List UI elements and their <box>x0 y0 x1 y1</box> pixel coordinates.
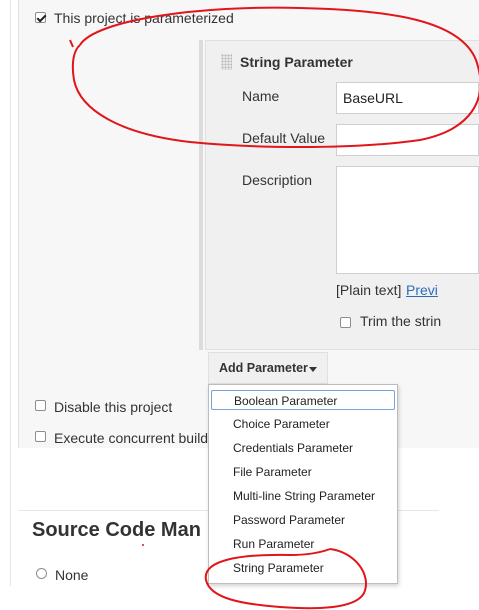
menu-item-credentials-parameter[interactable]: Credentials Parameter <box>211 438 395 458</box>
name-input[interactable]: BaseURL <box>336 82 479 114</box>
menu-item-boolean-parameter[interactable]: Boolean Parameter <box>211 390 395 410</box>
default-value-input[interactable] <box>336 124 479 156</box>
scm-none-label: None <box>55 567 89 583</box>
scm-none-radio[interactable] <box>36 568 47 579</box>
scm-heading: Source Code Man <box>32 519 201 541</box>
name-label: Name <box>242 88 280 104</box>
param-rail <box>199 40 203 350</box>
menu-item-password-parameter[interactable]: Password Parameter <box>211 510 395 530</box>
default-value-label: Default Value <box>242 130 326 146</box>
concurrent-label: Execute concurrent build <box>54 430 209 446</box>
concurrent-checkbox[interactable] <box>35 431 46 442</box>
menu-item-file-parameter[interactable]: File Parameter <box>211 462 395 482</box>
disable-checkbox[interactable] <box>35 400 46 411</box>
add-parameter-menu: Boolean Parameter Choice Parameter Crede… <box>208 384 398 584</box>
trim-label: Trim the strin <box>360 313 442 329</box>
caret-down-icon <box>309 367 317 372</box>
add-parameter-button[interactable]: Add Parameter <box>208 352 328 384</box>
menu-item-choice-parameter[interactable]: Choice Parameter <box>211 414 395 434</box>
preview-link[interactable]: Previ <box>406 282 438 298</box>
trim-checkbox[interactable] <box>340 317 351 328</box>
menu-item-run-parameter[interactable]: Run Parameter <box>211 534 395 554</box>
left-rule <box>10 0 11 586</box>
add-parameter-label: Add Parameter <box>219 361 308 375</box>
disable-label: Disable this project <box>54 399 173 415</box>
annotation-dot <box>142 544 144 546</box>
description-label: Description <box>242 172 313 188</box>
param-title: String Parameter <box>240 54 353 70</box>
drag-handle-icon[interactable] <box>221 54 232 70</box>
menu-item-multiline-string-parameter[interactable]: Multi-line String Parameter <box>211 486 395 506</box>
description-textarea[interactable] <box>336 166 479 274</box>
menu-item-string-parameter[interactable]: String Parameter <box>211 558 395 578</box>
parameterized-label: This project is parameterized <box>54 10 234 26</box>
parameterized-checkbox[interactable] <box>35 12 46 23</box>
plain-text-label: [Plain text] <box>336 282 402 298</box>
